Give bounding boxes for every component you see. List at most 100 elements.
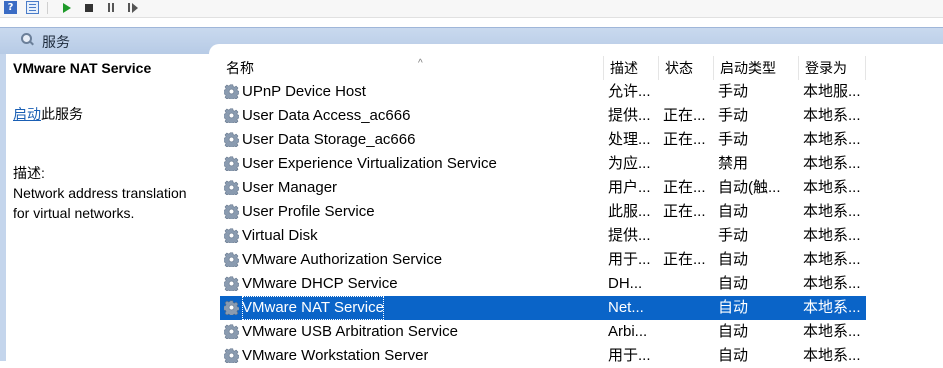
service-gear-icon <box>224 324 239 339</box>
service-row[interactable]: Virtual Disk 提供... 手动 本地系... <box>220 224 866 248</box>
service-status-cell <box>663 344 713 368</box>
service-description-cell: 此服... <box>608 203 651 220</box>
start-service-suffix: 此服务 <box>41 106 83 122</box>
service-start-type-cell: 手动 <box>718 131 749 148</box>
column-name-label: 名称 <box>226 60 254 76</box>
service-logon-cell: 本地系... <box>803 275 861 292</box>
service-start-type-cell: 手动 <box>718 83 749 100</box>
service-name-cell: VMware Workstation Server <box>242 347 429 364</box>
service-name-cell: User Profile Service <box>242 203 375 220</box>
service-description-cell: 用户... <box>608 179 651 196</box>
service-logon-cell: 本地系... <box>803 131 861 148</box>
service-start-type-cell: 自动 <box>718 251 749 268</box>
service-gear-icon <box>224 108 239 123</box>
service-status-cell: 正在... <box>663 107 706 124</box>
service-gear-icon <box>224 156 239 171</box>
service-status-cell: 正在... <box>663 251 706 268</box>
service-row[interactable]: VMware Workstation Server 用于... 自动 本地系... <box>220 344 866 368</box>
service-status-cell <box>663 80 713 104</box>
service-start-type-cell: 自动(触... <box>718 179 781 196</box>
column-logon[interactable]: 登录为 <box>799 56 866 80</box>
service-name-cell: VMware Authorization Service <box>242 251 443 268</box>
service-description-cell: 处理... <box>608 131 651 148</box>
view-pane-icon[interactable] <box>26 1 39 14</box>
service-name-cell: VMware USB Arbitration Service <box>242 323 458 340</box>
service-gear-icon <box>224 252 239 267</box>
service-logon-cell: 本地系... <box>803 347 861 364</box>
service-gear-icon <box>224 204 239 219</box>
service-row[interactable]: User Manager 用户... 正在... 自动(触... 本地系... <box>220 176 866 200</box>
search-icon <box>20 32 34 46</box>
service-name-cell: User Experience Virtualization Service <box>242 155 497 172</box>
service-row[interactable]: User Data Access_ac666 提供... 正在... 手动 本地系... <box>220 104 866 128</box>
service-start-type-cell: 自动 <box>718 347 749 364</box>
service-logon-cell: 本地系... <box>803 203 861 220</box>
service-start-type-cell: 自动 <box>718 299 749 316</box>
service-row[interactable]: VMware Authorization Service 用于... 正在... 自动… <box>220 248 866 272</box>
service-status-cell: 正在... <box>663 131 706 148</box>
service-status-cell <box>663 320 713 344</box>
service-gear-icon <box>224 276 239 291</box>
service-status-cell <box>663 272 713 296</box>
service-gear-icon <box>224 84 239 99</box>
service-status-cell: 正在... <box>663 203 706 220</box>
service-gear-icon <box>224 300 239 315</box>
column-description[interactable]: 描述 <box>604 56 659 80</box>
service-row[interactable]: UPnP Device Host 允许... 手动 本地服... <box>220 80 866 104</box>
start-service-link[interactable]: 启动 <box>13 106 41 122</box>
service-description-cell: 提供... <box>608 107 651 124</box>
pause-service-icon[interactable] <box>104 1 117 14</box>
description-text: Network address translation for virtual … <box>13 185 187 221</box>
service-name-cell: VMware DHCP Service <box>242 275 398 292</box>
service-start-type-cell: 禁用 <box>718 155 749 172</box>
service-status-cell <box>663 224 713 248</box>
service-row[interactable]: User Profile Service 此服... 正在... 自动 本地系... <box>220 200 866 224</box>
service-description-cell: 用于... <box>608 251 651 268</box>
service-name-cell: User Manager <box>242 179 338 196</box>
sort-ascending-icon: ^ <box>418 58 423 69</box>
service-logon-cell: 本地系... <box>803 155 861 172</box>
service-logon-cell: 本地服... <box>803 83 861 100</box>
service-name-cell: Virtual Disk <box>242 227 318 244</box>
service-name-cell: VMware NAT Service <box>242 296 384 320</box>
service-gear-icon <box>224 132 239 147</box>
service-start-type-cell: 自动 <box>718 203 749 220</box>
service-status-cell <box>663 296 713 320</box>
service-start-type-cell: 自动 <box>718 275 749 292</box>
services-list: 名称 ^ 描述 状态 启动类型 登录为 UPnP Device Host 允许...… <box>209 44 943 364</box>
service-status-cell <box>663 152 713 176</box>
column-start-type[interactable]: 启动类型 <box>714 56 799 80</box>
service-row[interactable]: User Data Storage_ac666 处理... 正在... 手动 本地系..… <box>220 128 866 152</box>
service-logon-cell: 本地系... <box>803 227 861 244</box>
description-pane: VMware NAT Service 启动此服务 描述: Network add… <box>6 54 209 361</box>
service-row[interactable]: User Experience Virtualization Service 为应… <box>220 152 866 176</box>
restart-service-icon[interactable] <box>126 1 139 14</box>
service-logon-cell: 本地系... <box>803 299 861 316</box>
selected-service-name: VMware NAT Service <box>13 60 152 76</box>
service-name-cell: User Data Storage_ac666 <box>242 131 416 148</box>
service-row[interactable]: VMware USB Arbitration Service Arbi... 自动 本… <box>220 320 866 344</box>
stop-service-icon[interactable] <box>82 1 95 14</box>
toolbar: ? <box>0 0 943 18</box>
service-description-cell: 允许... <box>608 83 651 100</box>
start-service-icon[interactable] <box>60 1 73 14</box>
service-description-cell: 用于... <box>608 347 651 364</box>
column-status[interactable]: 状态 <box>659 56 714 80</box>
service-start-type-cell: 自动 <box>718 323 749 340</box>
service-description-cell: 为应... <box>608 155 651 172</box>
service-name-cell: User Data Access_ac666 <box>242 107 411 124</box>
service-row[interactable]: VMware DHCP Service DH... 自动 本地系... <box>220 272 866 296</box>
service-name-cell: UPnP Device Host <box>242 83 366 100</box>
toolbar-separator <box>47 2 48 14</box>
service-status-cell: 正在... <box>663 179 706 196</box>
column-name[interactable]: 名称 ^ <box>220 56 604 80</box>
service-description-cell: Arbi... <box>608 323 648 340</box>
service-description-cell: Net... <box>608 299 644 316</box>
service-logon-cell: 本地系... <box>803 323 861 340</box>
service-row[interactable]: VMware NAT Service Net... 自动 本地系... <box>220 296 866 320</box>
help-icon[interactable]: ? <box>4 1 17 14</box>
header-title: 服务 <box>42 34 70 50</box>
service-start-type-cell: 手动 <box>718 227 749 244</box>
service-gear-icon <box>224 228 239 243</box>
description-label: 描述: <box>13 165 45 181</box>
